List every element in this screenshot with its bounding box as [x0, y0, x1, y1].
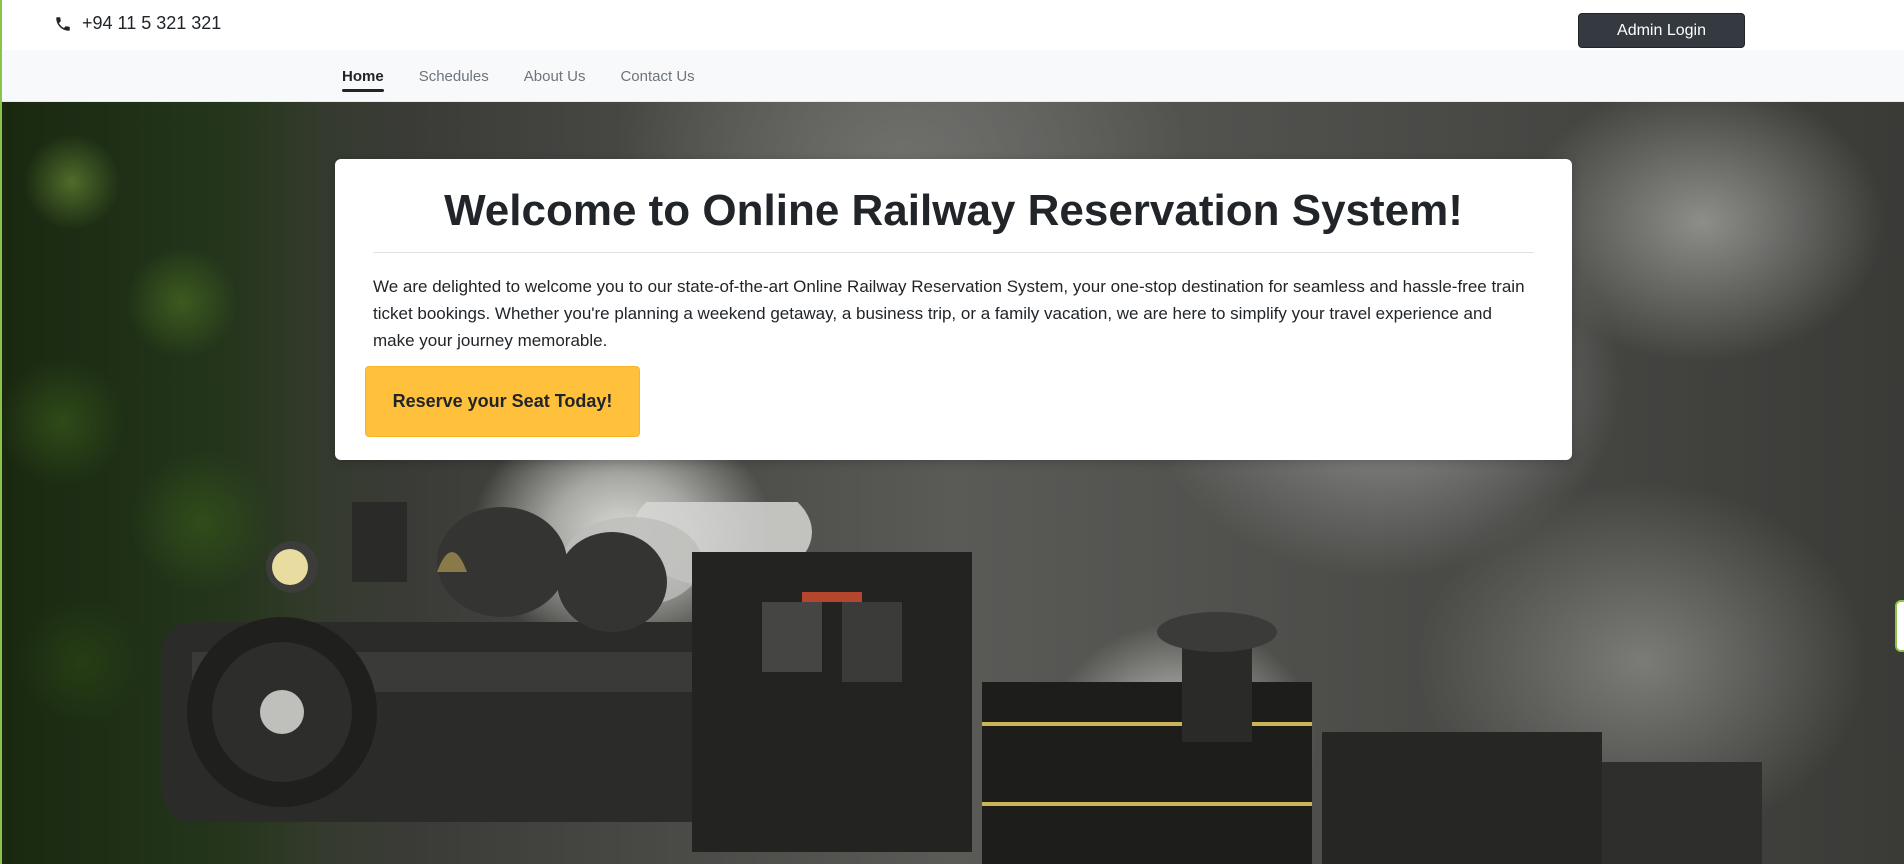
main-navbar: Home Schedules About Us Contact Us: [2, 50, 1904, 102]
welcome-card: Welcome to Online Railway Reservation Sy…: [335, 159, 1572, 460]
nav-item-contact-us[interactable]: Contact Us: [620, 64, 694, 89]
nav-links: Home Schedules About Us Contact Us: [342, 50, 695, 102]
phone-contact: +94 11 5 321 321: [54, 13, 221, 34]
phone-icon: [54, 15, 72, 33]
floating-side-widget[interactable]: [1895, 600, 1904, 652]
steam-locomotive-illustration: [162, 502, 1762, 864]
welcome-description: We are delighted to welcome you to our s…: [373, 277, 1525, 350]
welcome-title: Welcome to Online Railway Reservation Sy…: [444, 186, 1463, 235]
nav-item-schedules[interactable]: Schedules: [419, 64, 489, 89]
nav-item-about-us[interactable]: About Us: [524, 64, 586, 89]
reserve-seat-button[interactable]: Reserve your Seat Today!: [365, 366, 640, 437]
top-bar: +94 11 5 321 321 Admin Login: [2, 0, 1904, 50]
nav-item-home[interactable]: Home: [342, 64, 384, 92]
phone-number: +94 11 5 321 321: [82, 13, 222, 33]
admin-login-button[interactable]: Admin Login: [1578, 13, 1745, 48]
title-divider: [373, 252, 1534, 253]
